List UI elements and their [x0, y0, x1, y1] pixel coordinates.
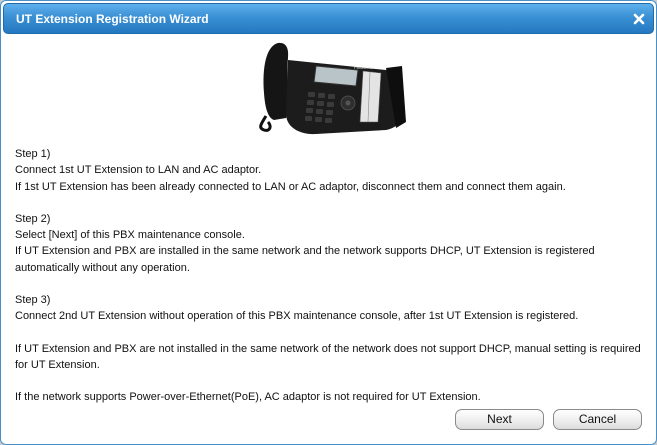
dialog-titlebar[interactable]: UT Extension Registration Wizard	[3, 3, 654, 34]
step-line: Connect 2nd UT Extension without operati…	[15, 310, 579, 323]
note-text: If UT Extension and PBX are not installe…	[15, 342, 641, 371]
next-button[interactable]: Next	[455, 409, 544, 430]
dialog-title: UT Extension Registration Wizard	[16, 12, 209, 26]
step-heading: Step 2)	[15, 212, 51, 225]
step-heading: Step 1)	[15, 148, 51, 160]
step-line: Select [Next] of this PBX maintenance co…	[15, 229, 245, 242]
instructions: Step 1) Connect 1st UT Extension to LAN …	[15, 146, 646, 406]
phone-brand-text: Panasonic	[354, 65, 373, 70]
step-line: If UT Extension and PBX are installed in…	[15, 245, 595, 274]
wizard-dialog: UT Extension Registration Wizard Panason…	[0, 0, 657, 445]
close-icon[interactable]	[632, 12, 646, 26]
step-line: Connect 1st UT Extension to LAN and AC a…	[15, 164, 262, 177]
note-text: If the network supports Power-over-Ether…	[15, 391, 481, 404]
dialog-body: Panasonic Step 1) Connect 1st UT Extensi…	[3, 36, 654, 442]
cancel-button[interactable]: Cancel	[553, 409, 642, 430]
phone-image: Panasonic	[206, 38, 454, 138]
step-line: If 1st UT Extension has been already con…	[15, 180, 566, 193]
step-heading: Step 3)	[15, 294, 51, 307]
